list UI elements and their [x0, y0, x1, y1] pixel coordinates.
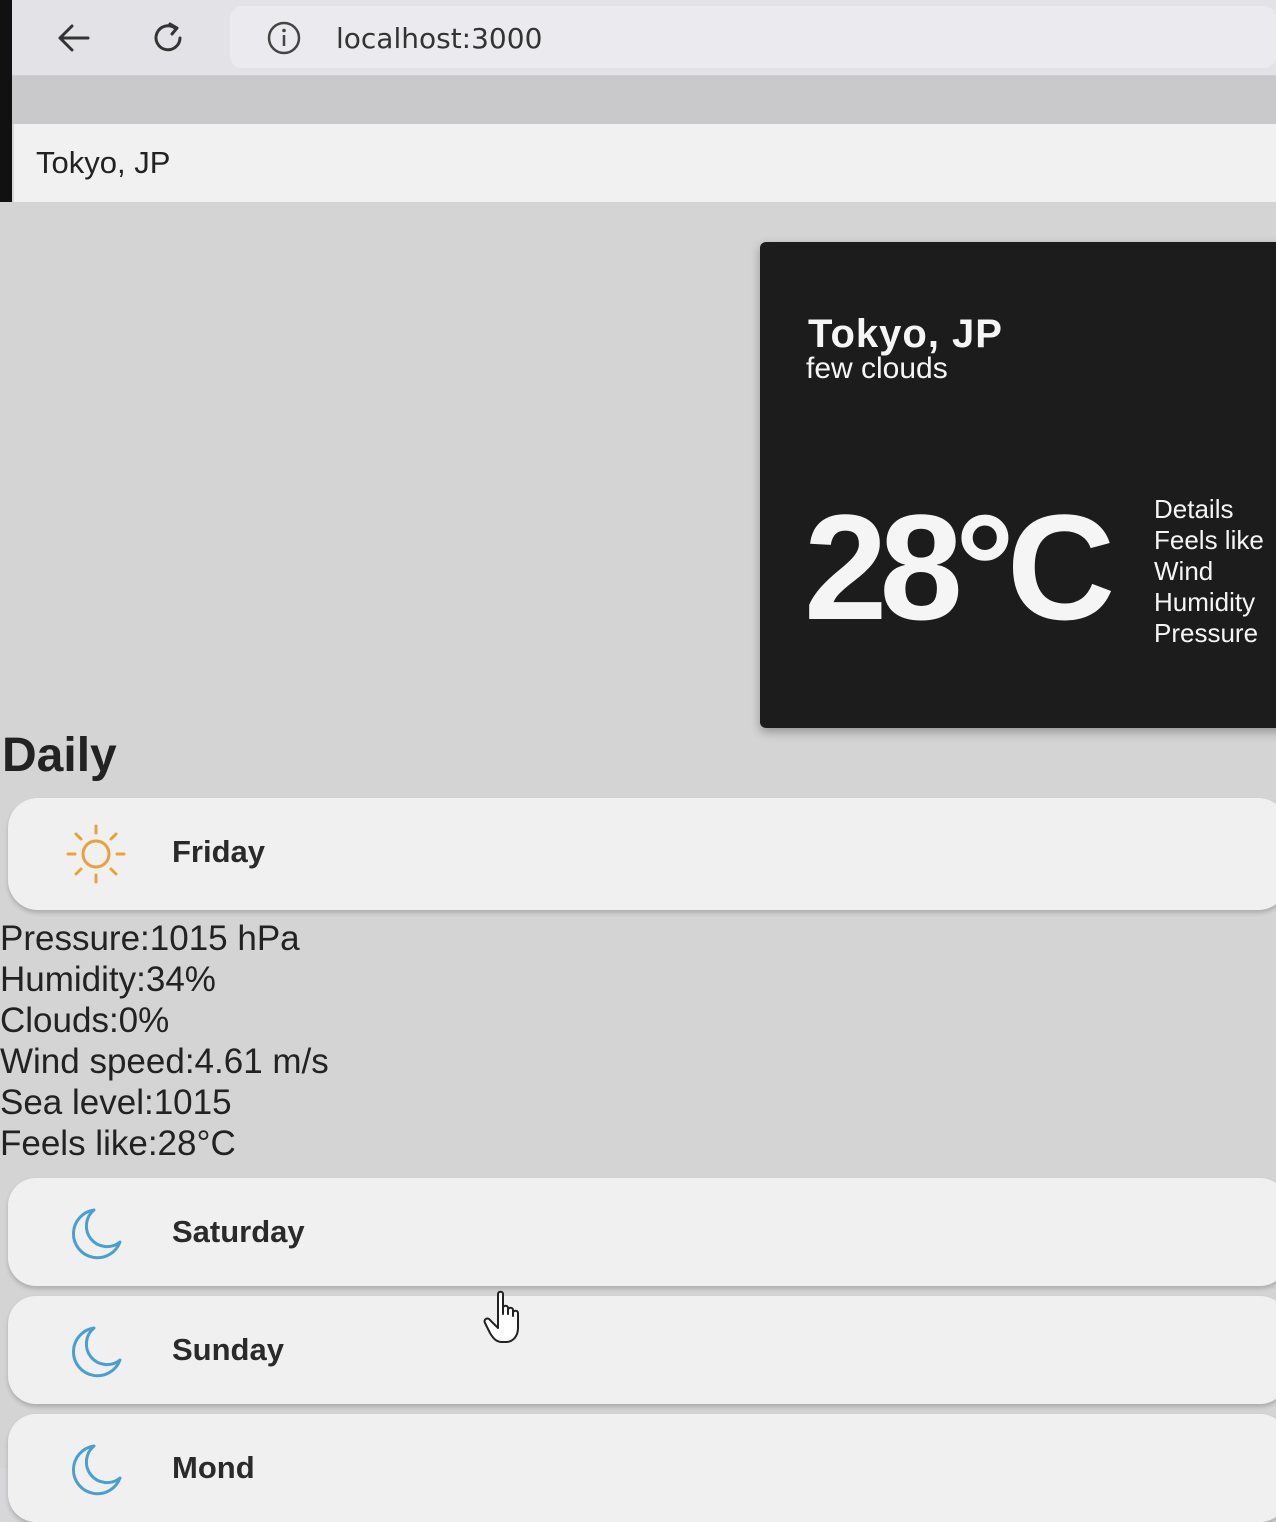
detail-pressure: Pressure: [1154, 618, 1259, 648]
current-temperature: 28°C: [804, 483, 1115, 651]
day-row-sunday[interactable]: Sunday: [8, 1296, 1276, 1404]
detail-humidity: Humidity: [1154, 587, 1256, 617]
current-city: Tokyo, JP: [808, 312, 1003, 356]
back-button[interactable]: [52, 16, 96, 60]
info-icon[interactable]: [266, 20, 302, 56]
day-name-saturday: Saturday: [172, 1214, 305, 1249]
day-name-friday: Friday: [172, 834, 266, 869]
moon-icon: [72, 1444, 122, 1496]
browser-toolbar: localhost:3000: [12, 0, 1276, 76]
daily-heading: Daily: [2, 729, 117, 782]
moon-icon: [72, 1208, 122, 1260]
detail-pressure-value: Pressure:1015 hPa: [0, 919, 300, 958]
day-row-friday[interactable]: Friday: [8, 798, 1276, 910]
hand-cursor-icon: [483, 1290, 519, 1343]
detail-feels-like-value: Feels like:28°C: [0, 1124, 236, 1163]
day-name-sunday: Sunday: [172, 1332, 284, 1367]
moon-icon: [72, 1326, 122, 1378]
detail-humidity-value: Humidity:34%: [0, 960, 216, 999]
detail-wind-speed-value: Wind speed:4.61 m/s: [0, 1042, 329, 1081]
day-row-monday[interactable]: Mond: [8, 1414, 1276, 1522]
details-header: Details: [1154, 494, 1234, 524]
city-search-input[interactable]: [14, 124, 1276, 202]
detail-clouds-value: Clouds:0%: [0, 1001, 170, 1040]
reload-button[interactable]: [146, 16, 190, 60]
detail-feels-like: Feels like: [1154, 525, 1264, 555]
browser-content-gap: [12, 76, 1276, 124]
details-panel: Details Feels like Wind Humidity Pressur…: [1154, 494, 1264, 649]
url-text[interactable]: localhost:3000: [336, 22, 542, 55]
current-weather-card: Tokyo, JP few clouds 28°C Details Feels …: [760, 242, 1276, 728]
detail-wind: Wind: [1154, 556, 1214, 586]
day-name-monday: Mond: [172, 1450, 255, 1485]
reload-icon: [154, 22, 182, 52]
day-row-saturday[interactable]: Saturday: [8, 1178, 1276, 1286]
arrow-left-icon: [58, 24, 90, 52]
address-bar[interactable]: localhost:3000: [230, 6, 1276, 68]
detail-sea-level-value: Sea level:1015: [0, 1083, 232, 1122]
sun-icon: [66, 824, 126, 884]
friday-details-list: Pressure:1015 hPa Humidity:34% Clouds:0%…: [0, 918, 329, 1164]
weather-description: few clouds: [806, 352, 948, 385]
